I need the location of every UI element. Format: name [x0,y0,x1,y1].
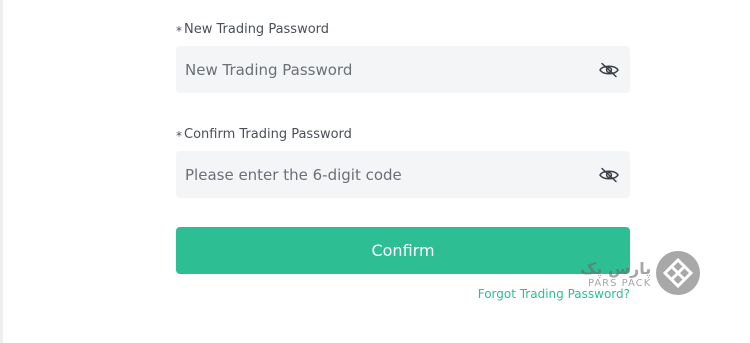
watermark-persian-text: پارس پک [580,259,652,278]
new-password-label-text: New Trading Password [184,22,330,37]
required-marker: * [176,23,182,38]
eye-slash-icon[interactable] [598,164,620,186]
eye-slash-icon[interactable] [598,59,620,81]
parspack-watermark: پارس پک PARS PACK [580,251,708,299]
confirm-password-field [176,151,630,198]
watermark-text: پارس پک PARS PACK [580,261,651,289]
confirm-button[interactable]: Confirm [176,227,630,274]
watermark-english-text: PARS PACK [587,278,652,289]
new-password-input[interactable] [176,46,586,93]
new-password-field [176,46,630,93]
page-left-border [0,0,3,343]
confirm-password-label-text: Confirm Trading Password [184,127,352,142]
new-password-label: * New Trading Password [176,22,330,38]
confirm-password-input[interactable] [176,151,586,198]
parspack-logo-icon [655,250,701,300]
required-marker: * [176,128,182,143]
confirm-password-label: * Confirm Trading Password [176,127,352,143]
